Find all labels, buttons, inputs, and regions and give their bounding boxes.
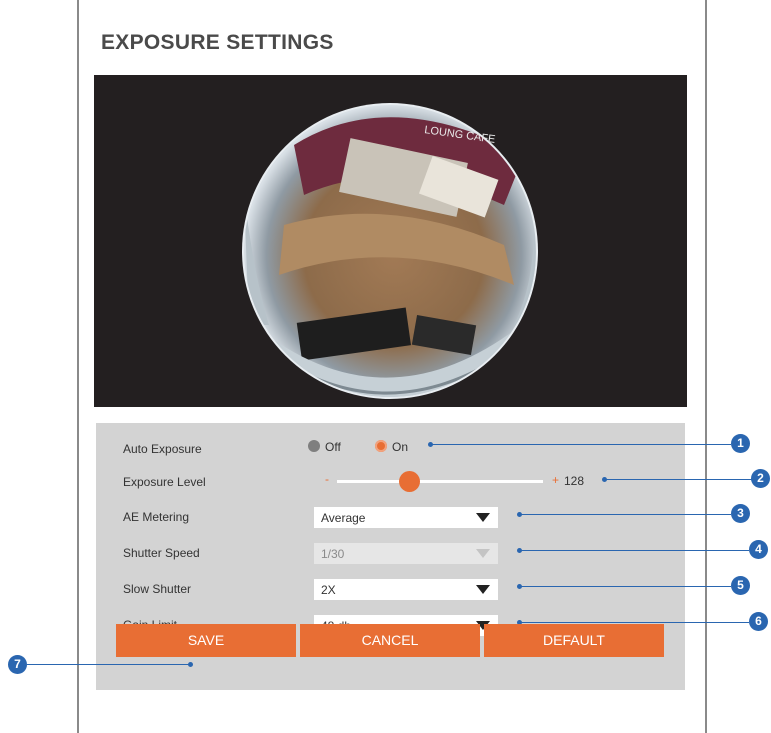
callout-line — [519, 586, 731, 587]
shutter-speed-label: Shutter Speed — [123, 546, 200, 560]
auto-exposure-label: Auto Exposure — [123, 442, 202, 456]
ae-metering-value: Average — [321, 511, 366, 525]
exposure-slider-track[interactable] — [337, 480, 543, 483]
callout-line — [27, 664, 190, 665]
shutter-speed-select: 1/30 — [314, 543, 498, 564]
save-button[interactable]: SAVE — [116, 624, 296, 657]
callout-badge-5: 5 — [731, 576, 750, 595]
ae-metering-label: AE Metering — [123, 510, 190, 524]
page-title: EXPOSURE SETTINGS — [101, 31, 334, 54]
slider-plus: + — [552, 473, 560, 487]
radio-off[interactable] — [308, 440, 320, 452]
exposure-slider-thumb[interactable] — [398, 471, 420, 492]
callout-line — [519, 550, 749, 551]
radio-off-label: Off — [325, 440, 341, 454]
slow-shutter-value: 2X — [321, 583, 336, 597]
exposure-level-label: Exposure Level — [123, 475, 206, 489]
fisheye-image: LOUNG CAFE — [242, 103, 538, 399]
exposure-level-value: 128 — [564, 474, 585, 488]
callout-badge-7: 7 — [8, 655, 27, 674]
cancel-button[interactable]: CANCEL — [300, 624, 480, 657]
callout-badge-3: 3 — [731, 504, 750, 523]
radio-on-label: On — [392, 440, 409, 454]
callout-badge-4: 4 — [749, 540, 768, 559]
callout-badge-6: 6 — [749, 612, 768, 631]
shutter-speed-value: 1/30 — [321, 547, 345, 561]
callout-badge-2: 2 — [751, 469, 770, 488]
ae-metering-select[interactable]: Average — [314, 507, 498, 528]
callout-dot — [188, 662, 193, 667]
chevron-down-icon — [476, 549, 490, 558]
default-button[interactable]: DEFAULT — [484, 624, 664, 657]
slider-minus: - — [325, 472, 329, 486]
callout-line — [430, 444, 731, 445]
callout-badge-1: 1 — [731, 434, 750, 453]
chevron-down-icon — [476, 513, 490, 522]
camera-preview: LOUNG CAFE — [94, 75, 687, 407]
callout-line — [519, 514, 731, 515]
radio-on[interactable] — [375, 440, 387, 452]
slow-shutter-label: Slow Shutter — [123, 582, 192, 596]
callout-line — [604, 479, 752, 480]
slow-shutter-select[interactable]: 2X — [314, 579, 498, 600]
callout-line — [519, 622, 749, 623]
chevron-down-icon — [476, 585, 490, 594]
